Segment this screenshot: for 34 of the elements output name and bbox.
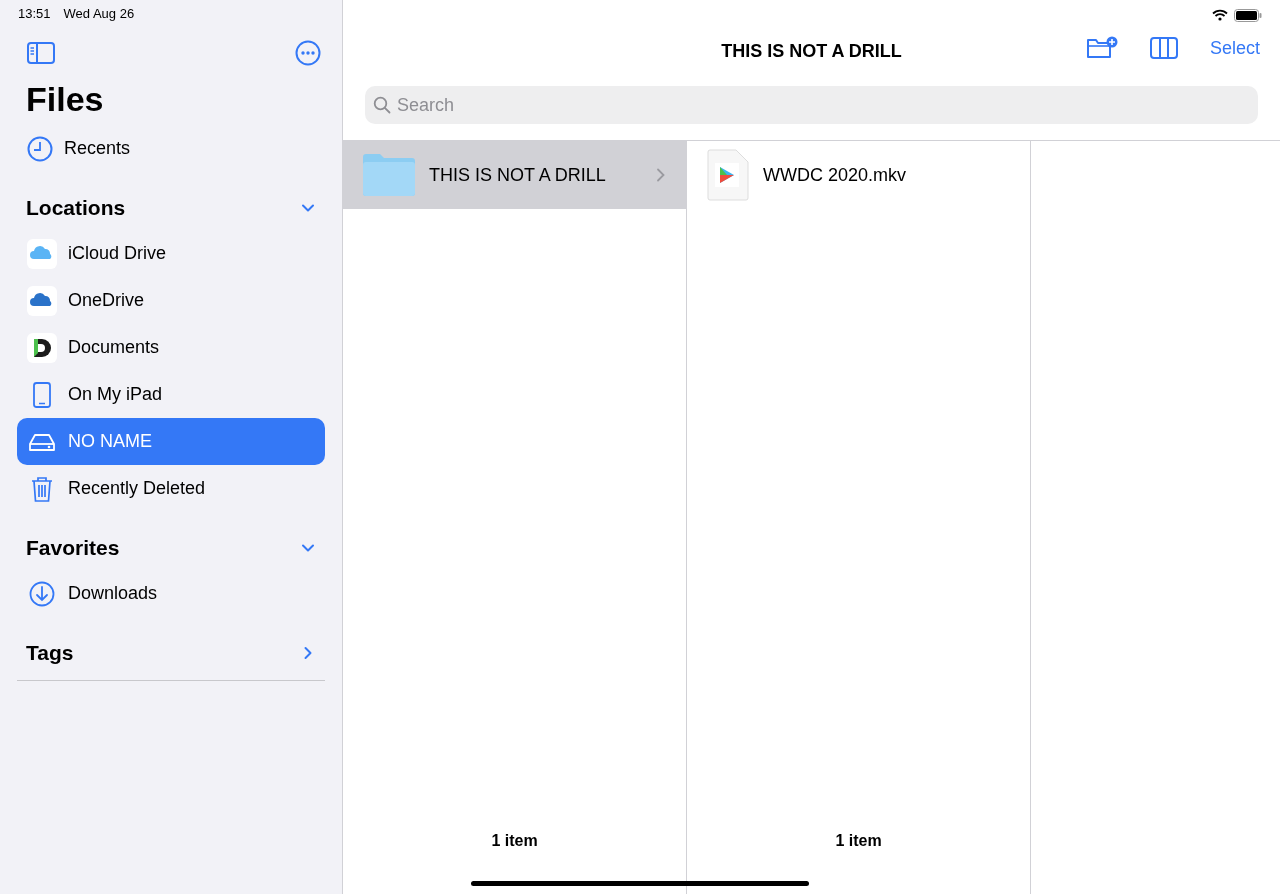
sidebar-item[interactable]: Documents	[17, 324, 325, 371]
sidebar-item[interactable]: On My iPad	[17, 371, 325, 418]
battery-icon	[1234, 8, 1262, 22]
sidebar-item[interactable]: Recents	[17, 125, 325, 172]
status-time: 13:51	[18, 6, 51, 23]
columns-icon[interactable]	[1149, 37, 1178, 59]
section-title: Favorites	[26, 536, 120, 560]
file-row[interactable]: WWDC 2020.mkv	[687, 141, 1030, 209]
clock-icon	[27, 135, 53, 162]
sidebar-toggle-icon[interactable]	[27, 42, 55, 64]
status-date: Wed Aug 26	[63, 6, 135, 23]
search-field[interactable]: Search	[365, 86, 1258, 124]
more-icon[interactable]	[295, 40, 321, 66]
section-title: Tags	[26, 641, 74, 665]
sidebar-item[interactable]: Recently Deleted	[17, 465, 325, 512]
folder-icon	[363, 154, 415, 196]
select-button[interactable]: Select	[1209, 37, 1260, 59]
window-title: THIS IS NOT A DRILL	[721, 40, 902, 62]
item-count: 1 item	[834, 832, 883, 850]
cloud-icon	[27, 238, 57, 269]
sidebar-item[interactable]: iCloud Drive	[17, 230, 325, 277]
chevron-icon	[656, 168, 666, 182]
new-folder-icon[interactable]	[1085, 36, 1118, 60]
item-count: 1 item	[490, 832, 539, 850]
cloud-icon	[27, 285, 57, 316]
file-row[interactable]: THIS IS NOT A DRILL	[343, 141, 686, 209]
sidebar-title: Files	[26, 80, 105, 119]
sidebar-item[interactable]: Downloads	[17, 570, 325, 617]
video-file-icon	[707, 149, 749, 201]
wifi-icon	[1212, 9, 1228, 21]
sidebar-item[interactable]: OneDrive	[17, 277, 325, 324]
sidebar-item[interactable]: NO NAME	[17, 418, 325, 465]
section-title: Locations	[26, 196, 126, 220]
document-app-icon	[27, 332, 57, 363]
